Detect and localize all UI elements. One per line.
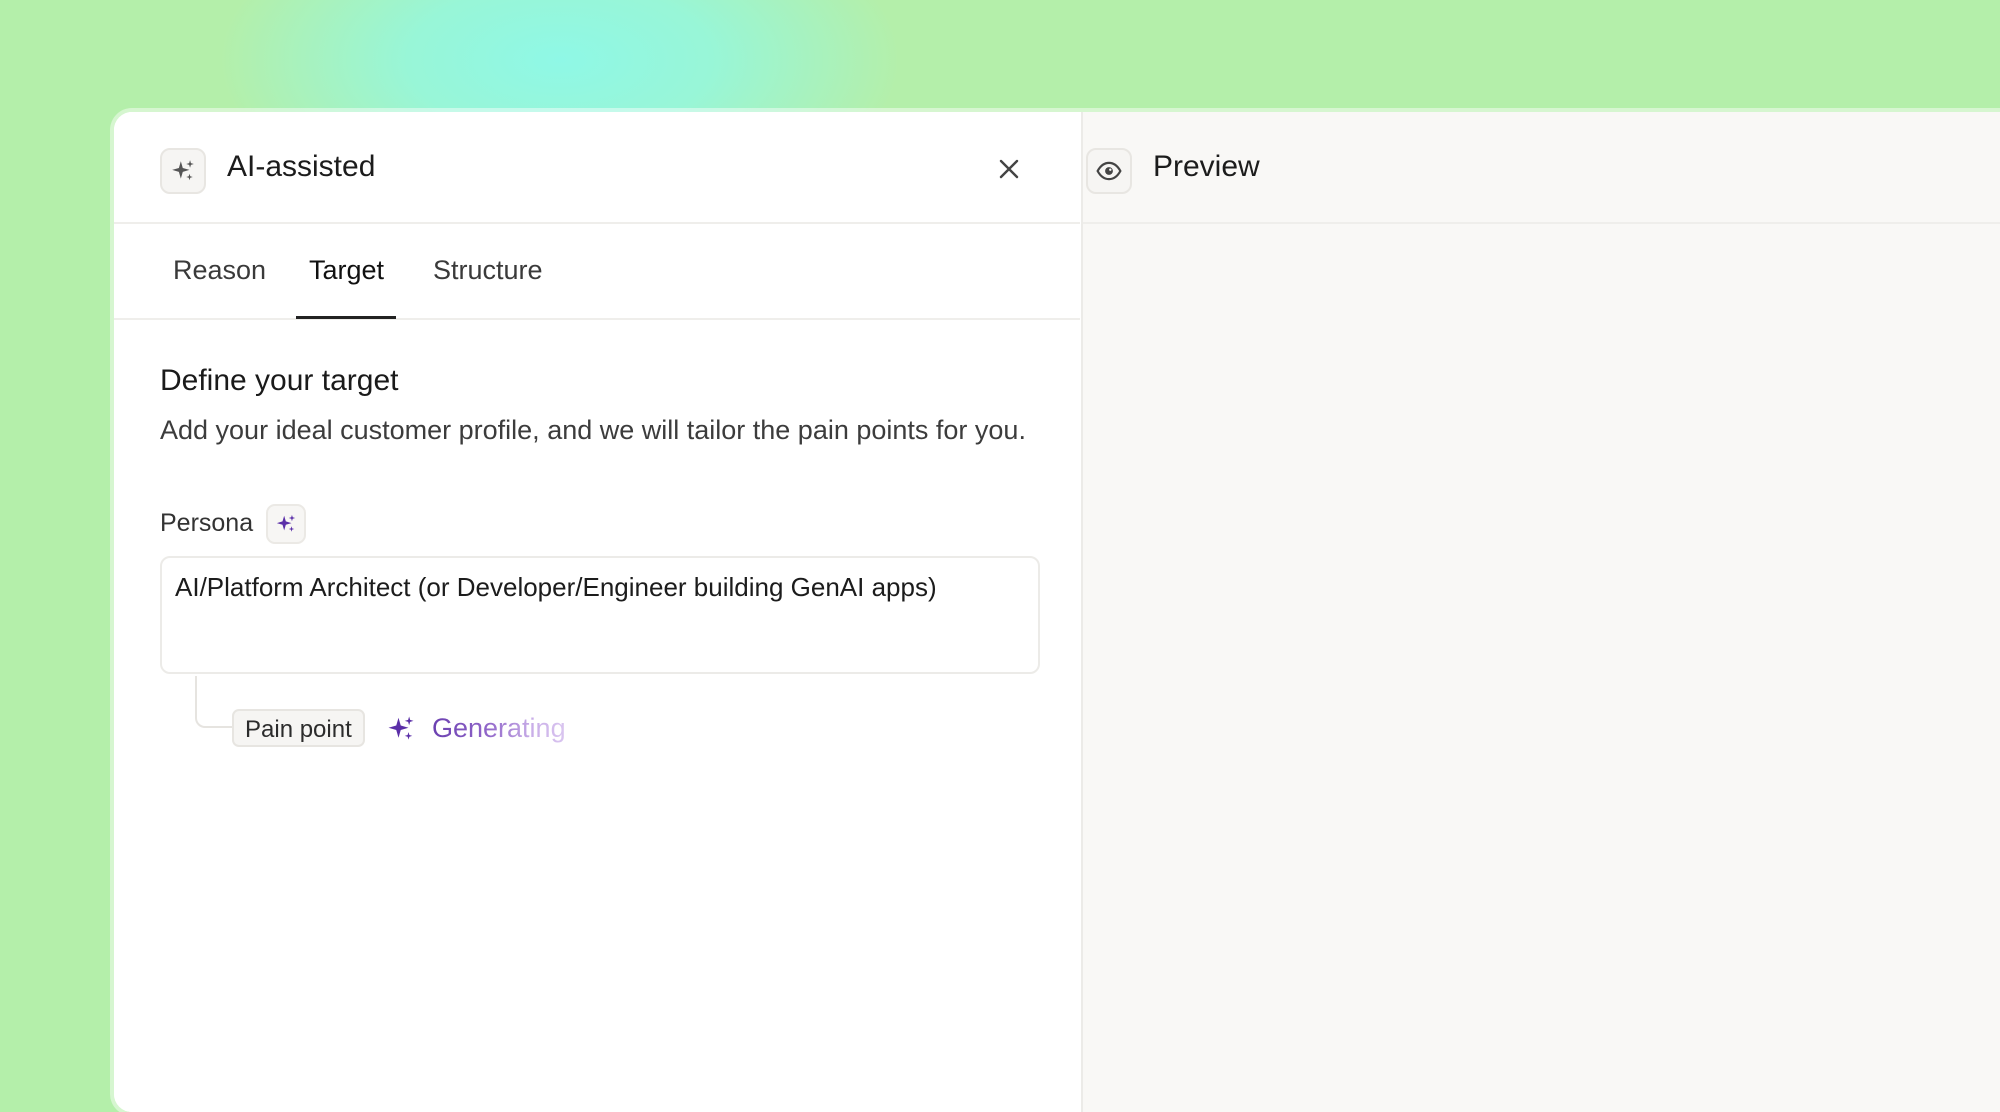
persona-input[interactable]: AI/Platform Architect (or Developer/Engi… [160, 556, 1040, 674]
pain-point-badge: Pain point [232, 709, 365, 747]
persona-label: Persona [160, 509, 254, 537]
tab-reason[interactable]: Reason [173, 222, 266, 318]
sparkles-icon [388, 716, 414, 740]
section-title: Define your target [160, 364, 399, 397]
tab-target[interactable]: Target [309, 222, 384, 318]
preview-title: Preview [1153, 150, 1260, 183]
eye-icon [1086, 148, 1132, 194]
ai-assist-header: AI-assisted [114, 112, 1080, 224]
preview-panel: Preview [1081, 112, 2000, 1112]
close-button[interactable] [992, 152, 1026, 186]
tree-connector [195, 676, 235, 728]
sparkles-icon [160, 148, 206, 194]
sparkles-icon [276, 514, 296, 532]
ai-assist-panel: AI-assisted Reason Target Structure Defi… [114, 112, 1080, 1112]
dialog: AI-assisted Reason Target Structure Defi… [114, 112, 2000, 1112]
generating-status: Generating [432, 708, 566, 748]
tab-structure[interactable]: Structure [433, 222, 543, 318]
close-icon [999, 159, 1019, 179]
tab-bar: Reason Target Structure [114, 222, 1080, 320]
active-tab-indicator [296, 316, 396, 319]
section-description: Add your ideal customer profile, and we … [160, 415, 1026, 445]
persona-ai-button[interactable] [266, 504, 306, 544]
preview-header: Preview [1083, 112, 2000, 224]
panel-title: AI-assisted [227, 150, 376, 183]
